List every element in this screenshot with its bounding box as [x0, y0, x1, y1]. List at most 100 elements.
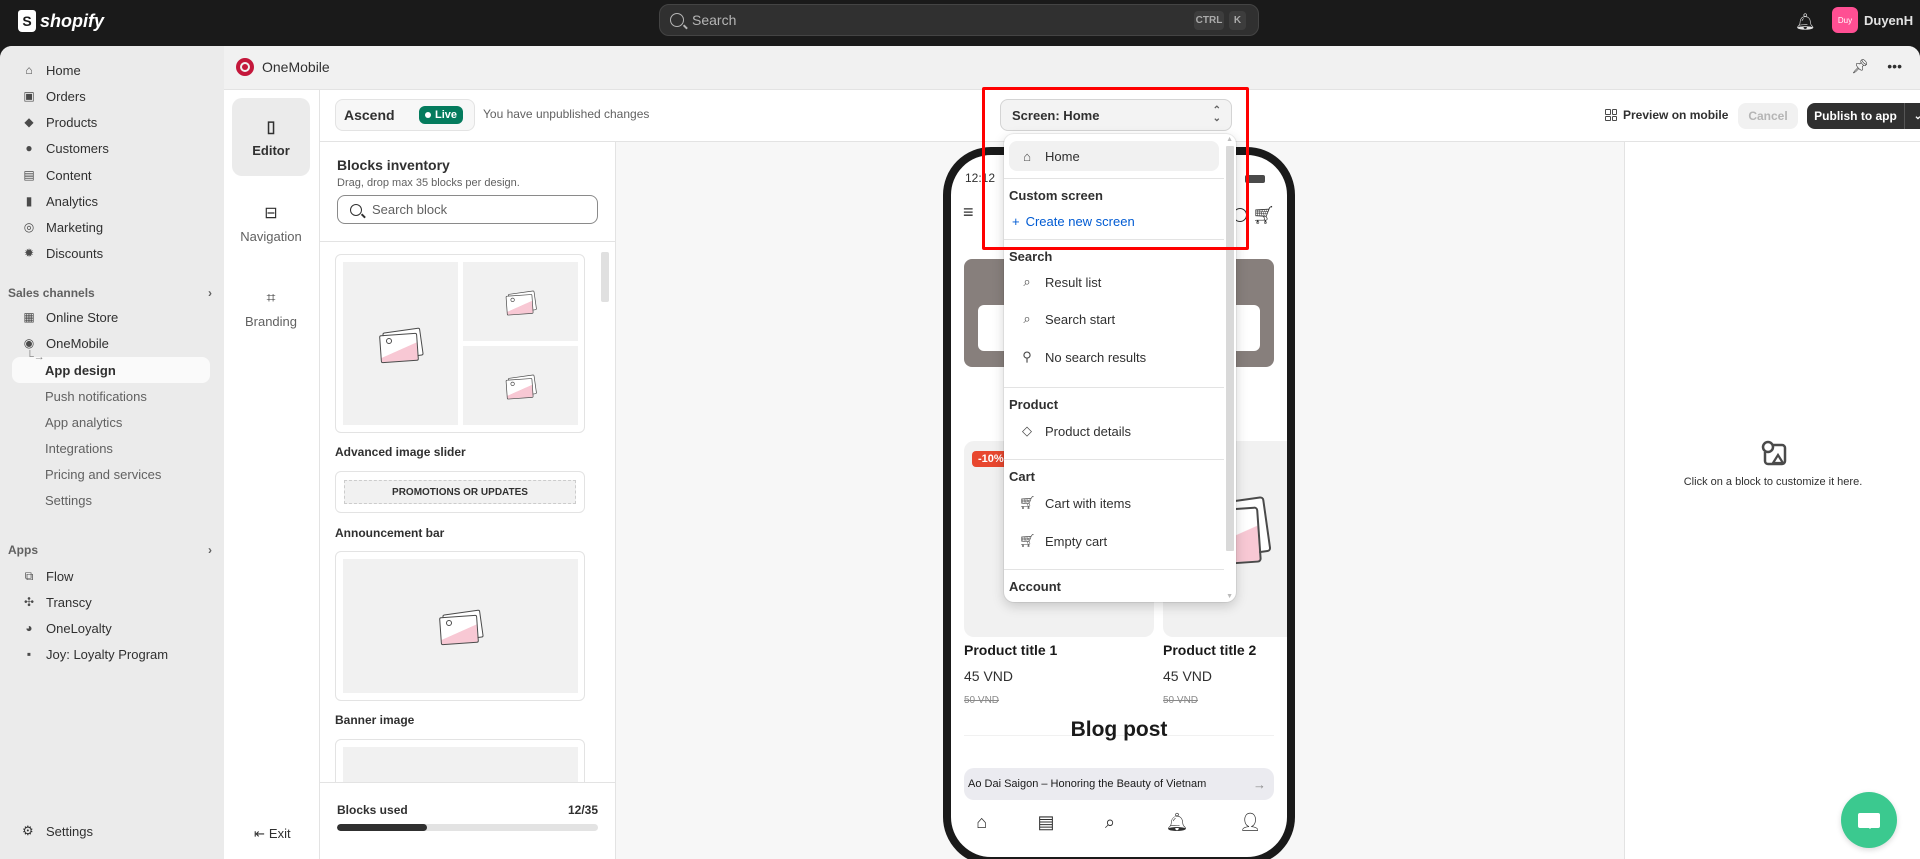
home-icon[interactable]: ⌂	[976, 812, 987, 833]
sidebar-label: Flow	[46, 568, 74, 584]
search-list-icon[interactable]: ⌕	[1105, 812, 1115, 833]
block-label: Banner image	[335, 713, 415, 727]
pin-icon[interactable]: 📌︎	[1852, 58, 1870, 75]
block-card[interactable]	[335, 739, 585, 782]
dropdown-option-result-list[interactable]: ⌕ Result list	[1009, 267, 1219, 297]
search-placeholder: Search	[692, 12, 737, 28]
sidebar-item-online-store[interactable]: ▦ Online Store	[12, 305, 210, 329]
dropdown-option-cart-with-items[interactable]: 🛒︎ Cart with items	[1009, 488, 1219, 518]
cancel-button[interactable]: Cancel	[1738, 103, 1798, 129]
exit-label: Exit	[268, 826, 291, 841]
sidebar-subitem-settings[interactable]: Settings	[12, 487, 210, 513]
status-time: 12:12	[965, 171, 996, 185]
rail-tab-editor[interactable]: ▯ Editor	[232, 98, 310, 176]
sidebar-label: Joy: Loyalty Program	[46, 646, 169, 662]
exit-button[interactable]: ⇤ Exit	[254, 826, 291, 842]
tag-icon: ◇	[1022, 423, 1032, 438]
rail-tab-branding[interactable]: ⌗ Branding	[232, 270, 310, 348]
sidebar-subitem-app-analytics[interactable]: App analytics	[12, 409, 210, 435]
sidebar-label: Content	[46, 167, 92, 183]
sidebar-item-marketing[interactable]: ◎ Marketing	[12, 215, 210, 239]
create-new-screen-link[interactable]: + Create new screen	[1012, 214, 1135, 229]
person-icon: ●	[25, 141, 33, 155]
option-label: Empty cart	[1045, 533, 1108, 549]
sidebar-item-content[interactable]: ▤ Content	[12, 163, 210, 187]
global-search-input[interactable]: Search CTRL K	[659, 4, 1259, 36]
apps-header[interactable]: Apps ›	[8, 543, 212, 557]
sidebar-item-transcy[interactable]: ✣ Transcy	[12, 590, 210, 614]
branding-icon: ⌗	[266, 289, 276, 307]
sidebar-item-oneloyalty[interactable]: ◕ OneLoyalty	[12, 616, 210, 640]
search-icon	[350, 203, 362, 216]
sales-channels-header[interactable]: Sales channels ›	[8, 286, 212, 300]
sidebar-item-flow[interactable]: ⧉ Flow	[12, 564, 210, 588]
dropdown-option-home[interactable]: ⌂ Home	[1009, 141, 1219, 171]
more-actions-icon[interactable]: •••	[1887, 58, 1902, 75]
image-block-icon	[1761, 440, 1787, 466]
cart-add-icon: 🛒︎	[1019, 495, 1036, 510]
sidebar-item-joy[interactable]: ▪ Joy: Loyalty Program	[12, 642, 210, 666]
product-title: Product title 2	[1163, 642, 1257, 658]
blog-list-item[interactable]: Ao Dai Saigon – Honoring the Beauty of V…	[964, 768, 1274, 800]
avatar[interactable]: Duy	[1832, 7, 1858, 33]
dropdown-option-search-start[interactable]: ⌕ Search start	[1009, 304, 1219, 334]
publish-options-chevron-icon[interactable]: ⌄	[1905, 111, 1920, 122]
sidebar-item-settings[interactable]: ⚙ Settings	[12, 823, 93, 839]
inventory-subtitle: Drag, drop max 35 blocks per design.	[337, 177, 520, 189]
inventory-scrollbar[interactable]	[601, 242, 609, 782]
dropdown-option-no-search-results[interactable]: ⚲ No search results	[1009, 342, 1219, 372]
block-card-banner-image[interactable]	[335, 551, 585, 701]
user-name[interactable]: DuyenH	[1864, 13, 1913, 28]
sidebar-subitem-integrations[interactable]: Integrations	[12, 435, 210, 461]
sidebar-label: Discounts	[46, 245, 104, 261]
notifications-bell-icon[interactable]: 🔔︎	[1795, 12, 1815, 31]
search-icon: ⚲	[1022, 349, 1032, 364]
flow-icon: ⧉	[24, 568, 34, 583]
block-card-advanced-image-slider[interactable]	[335, 254, 585, 433]
sidebar-label: Home	[46, 62, 81, 78]
user-icon[interactable]: 👤︎	[1239, 812, 1262, 833]
rail-tab-navigation[interactable]: ⊟ Navigation	[232, 184, 310, 262]
scrollbar-thumb[interactable]	[601, 252, 609, 302]
dropdown-option-empty-cart[interactable]: 🛒︎ Empty cart	[1009, 526, 1219, 556]
shopify-logo[interactable]: S shopify	[18, 10, 104, 32]
chat-support-button[interactable]	[1841, 792, 1897, 848]
sidebar-subitem-push-notifications[interactable]: Push notifications	[12, 383, 210, 409]
blocks-used-label: Blocks used	[337, 803, 408, 817]
oneloyalty-icon: ◕	[25, 621, 33, 635]
dropdown-section-title: Account	[1009, 579, 1061, 594]
publish-to-app-button[interactable]: Publish to app	[1807, 103, 1905, 129]
scroll-up-arrow-icon[interactable]: ▲	[1226, 136, 1233, 143]
store-icon: ▦	[23, 310, 35, 324]
sidebar-item-discounts[interactable]: ✹ Discounts	[12, 241, 210, 265]
sidebar-item-home[interactable]: ⌂ Home	[12, 58, 210, 82]
blocks-used: Blocks used 12/35	[320, 782, 615, 859]
dropdown-section-title: Search	[1009, 249, 1053, 264]
preview-on-mobile-button[interactable]: Preview on mobile	[1605, 108, 1728, 122]
tree-branch-icon: └→	[26, 351, 45, 363]
block-label: Announcement bar	[335, 526, 445, 540]
rail-label: Branding	[244, 313, 298, 329]
chat-bubble-icon	[1858, 812, 1880, 829]
block-card-announcement-bar[interactable]: PROMOTIONS OR UPDATES	[335, 471, 585, 513]
news-icon[interactable]: ▤	[1038, 812, 1055, 833]
dropdown-scrollbar[interactable]	[1226, 146, 1234, 551]
sidebar-item-customers[interactable]: ● Customers	[12, 136, 210, 160]
sidebar-label: App analytics	[45, 414, 123, 430]
theme-selector[interactable]: Ascend Live	[335, 99, 475, 131]
search-block-input[interactable]: Search block	[337, 195, 598, 224]
dropdown-option-product-details[interactable]: ◇ Product details	[1009, 416, 1219, 446]
hamburger-menu-icon[interactable]: ≡	[963, 203, 979, 221]
screen-selector[interactable]: Screen: Home ⌃ ⌄	[1000, 99, 1232, 131]
option-label: Cart with items	[1045, 495, 1131, 511]
sidebar-subitem-pricing[interactable]: Pricing and services	[12, 461, 210, 487]
sidebar-item-analytics[interactable]: ▮ Analytics	[12, 189, 210, 213]
cart-icon[interactable]: 🛒︎	[1252, 205, 1275, 226]
scroll-down-arrow-icon[interactable]: ▼	[1226, 593, 1233, 600]
bell-icon[interactable]: 🔔︎	[1166, 812, 1189, 833]
sidebar-subitem-app-design[interactable]: └→ App design	[12, 351, 210, 383]
sidebar-item-orders[interactable]: ▣ Orders	[12, 84, 210, 108]
sidebar-item-products[interactable]: ◆ Products	[12, 110, 210, 134]
arrow-right-icon: →	[1253, 776, 1266, 792]
divider	[1004, 569, 1224, 570]
